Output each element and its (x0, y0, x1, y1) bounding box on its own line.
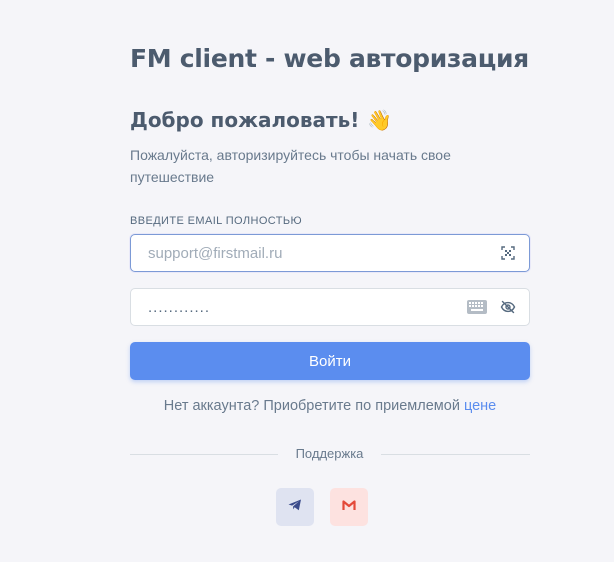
signup-line: Нет аккаунта? Приобретите по приемлемой … (130, 398, 530, 414)
qr-scan-icon[interactable] (500, 245, 516, 261)
telegram-button[interactable] (276, 488, 314, 526)
signup-text: Нет аккаунта? Приобретите по приемлемой (163, 398, 460, 414)
app-title: FM client - web авторизация (130, 44, 529, 73)
support-label: Поддержка (295, 446, 364, 461)
divider-left (130, 454, 278, 455)
email-field-container (130, 234, 530, 272)
gmail-button[interactable] (330, 488, 368, 526)
gmail-icon (342, 498, 356, 516)
divider-right (381, 454, 530, 455)
waving-hand-icon: 👋 (367, 108, 393, 132)
login-button[interactable]: Войти (130, 342, 530, 380)
email-input[interactable] (131, 235, 529, 271)
eye-off-icon[interactable] (500, 299, 516, 315)
telegram-icon (288, 498, 302, 516)
pricing-link[interactable]: цене (464, 398, 496, 414)
welcome-text: Добро пожаловать! (130, 108, 360, 132)
welcome-heading: Добро пожаловать! 👋 (130, 108, 392, 132)
email-label: ВВЕДИТЕ EMAIL ПОЛНОСТЬЮ (130, 215, 303, 227)
password-field-container (130, 288, 530, 326)
login-subtitle: Пожалуйста, авторизируйтесь чтобы начать… (130, 147, 451, 185)
keyboard-icon[interactable] (467, 300, 487, 314)
